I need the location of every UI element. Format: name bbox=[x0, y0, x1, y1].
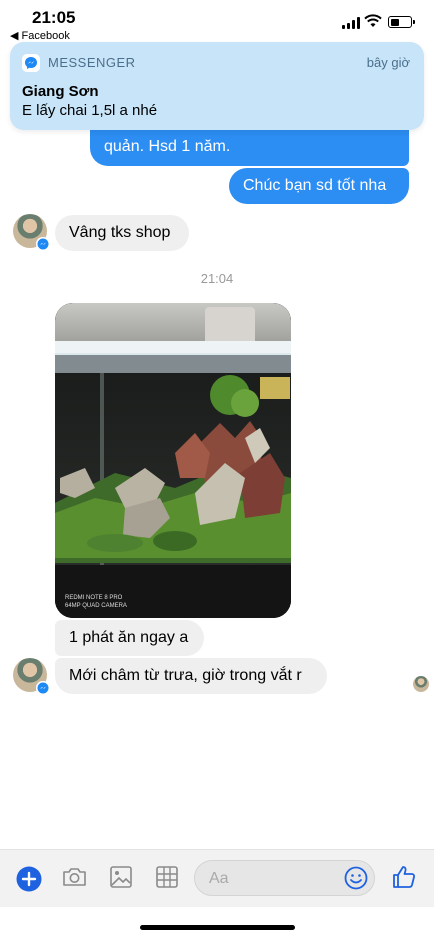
like-icon[interactable] bbox=[391, 864, 417, 890]
notification-time: bây giờ bbox=[366, 55, 410, 70]
messenger-badge-icon bbox=[36, 681, 50, 695]
more-apps-icon[interactable] bbox=[154, 864, 180, 890]
contact-avatar[interactable] bbox=[13, 658, 50, 695]
messenger-badge-icon bbox=[36, 237, 50, 251]
push-notification[interactable]: MESSENGER bây giờ Giang Sơn E lấy chai 1… bbox=[10, 42, 424, 130]
message-composer: Aa bbox=[0, 849, 434, 907]
home-indicator[interactable] bbox=[140, 925, 295, 930]
message-text: quản. Hsd 1 năm. bbox=[104, 138, 231, 155]
back-to-facebook[interactable]: ◀ Facebook bbox=[10, 29, 70, 42]
battery-icon bbox=[388, 16, 415, 28]
message-input-placeholder: Aa bbox=[209, 870, 229, 887]
read-receipt-avatar bbox=[413, 676, 429, 692]
photo-watermark: REDMI NOTE 8 PRO 64MP QUAD CAMERA bbox=[65, 595, 127, 609]
wifi-icon bbox=[364, 14, 382, 27]
message-incoming[interactable]: Mới châm từ trưa, giờ trong vắt r bbox=[55, 658, 327, 694]
photo-message-aquarium[interactable]: REDMI NOTE 8 PRO 64MP QUAD CAMERA bbox=[55, 303, 291, 618]
status-bar: 21:05 ◀ Facebook bbox=[0, 0, 434, 44]
emoji-icon[interactable] bbox=[344, 866, 368, 890]
message-input[interactable]: Aa bbox=[194, 860, 375, 896]
notification-body: E lấy chai 1,5l a nhé bbox=[22, 102, 158, 119]
signal-icon bbox=[342, 17, 360, 29]
aquarium-photo bbox=[55, 303, 291, 618]
message-outgoing[interactable]: Chúc bạn sd tốt nha bbox=[229, 168, 409, 204]
chat-timestamp: 21:04 bbox=[200, 271, 234, 286]
message-incoming[interactable]: Vâng tks shop bbox=[55, 215, 189, 251]
notification-sender: Giang Sơn bbox=[22, 83, 99, 100]
gallery-icon[interactable] bbox=[108, 864, 134, 890]
notification-app-name: MESSENGER bbox=[48, 55, 136, 70]
camera-icon[interactable] bbox=[61, 864, 88, 890]
status-time: 21:05 bbox=[32, 8, 76, 27]
plus-icon[interactable] bbox=[16, 866, 42, 892]
contact-avatar[interactable] bbox=[13, 214, 50, 251]
message-incoming[interactable]: 1 phát ăn ngay a bbox=[55, 620, 204, 656]
messenger-icon bbox=[22, 54, 40, 72]
